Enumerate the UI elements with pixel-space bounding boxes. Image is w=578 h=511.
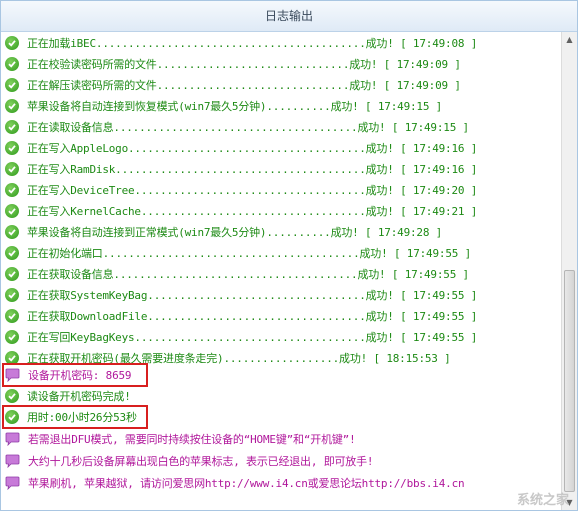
log-text: 若需退出DFU模式, 需要同时持续按住设备的“HOME键”和“开机键”! xyxy=(28,432,356,446)
log-row: 正在写入AppleLogo...........................… xyxy=(5,137,477,158)
scroll-thumb[interactable] xyxy=(564,270,575,492)
log-row: 正在校验读密码所需的文件............................… xyxy=(5,53,461,74)
log-row: 苹果设备将自动连接到恢复模式(win7最久5分钟)..........成功! [… xyxy=(5,95,442,116)
log-text: 用时:00小时26分53秒 xyxy=(27,410,137,424)
success-check-icon xyxy=(5,140,19,155)
log-row: 若需退出DFU模式, 需要同时持续按住设备的“HOME键”和“开机键”! xyxy=(5,428,356,449)
success-check-icon xyxy=(5,161,19,176)
speech-bubble-icon xyxy=(5,454,20,468)
success-check-icon xyxy=(5,266,19,281)
log-text: 正在写入RamDisk.............................… xyxy=(27,162,478,176)
log-text: 正在写入KernelCache.........................… xyxy=(27,204,478,218)
log-text: 正在初始化端口.................................… xyxy=(27,246,472,260)
log-text: 正在解压读密码所需的文件............................… xyxy=(27,78,461,92)
success-check-icon xyxy=(5,56,19,71)
success-check-icon xyxy=(5,224,19,239)
log-row: 正在获取设备信息................................… xyxy=(5,263,469,284)
window-title: 日志输出 xyxy=(1,1,577,32)
log-row: 苹果刷机, 苹果越狱, 请访问爱思网http://www.i4.cn或爱思论坛h… xyxy=(5,472,465,493)
success-check-icon xyxy=(5,182,19,197)
log-text: 正在写回KeyBagKeys..........................… xyxy=(27,330,478,344)
success-check-icon xyxy=(5,409,19,424)
success-check-icon xyxy=(5,245,19,260)
log-row-elapsed: 用时:00小时26分53秒 xyxy=(5,406,137,427)
log-text: 正在写入DeviceTree..........................… xyxy=(27,183,478,197)
speech-bubble-icon xyxy=(5,476,20,490)
success-check-icon xyxy=(5,308,19,323)
success-check-icon xyxy=(5,203,19,218)
log-text: 正在获取DownloadFile........................… xyxy=(27,309,478,323)
success-check-icon xyxy=(5,35,19,50)
success-check-icon xyxy=(5,388,19,403)
success-check-icon xyxy=(5,329,19,344)
log-row: 读设备开机密码完成! xyxy=(5,385,131,406)
log-row: 正在写入DeviceTree..........................… xyxy=(5,179,477,200)
log-row: 正在获取DownloadFile........................… xyxy=(5,305,477,326)
log-text: 正在获取SystemKeyBag........................… xyxy=(27,288,478,302)
log-row: 正在加载iBEC................................… xyxy=(5,32,477,53)
log-text: 正在校验读密码所需的文件............................… xyxy=(27,57,461,71)
success-check-icon xyxy=(5,119,19,134)
log-row: 正在写回KeyBagKeys..........................… xyxy=(5,326,477,347)
vertical-scrollbar[interactable]: ▲ ▼ xyxy=(561,32,577,510)
log-row: 正在写入RamDisk.............................… xyxy=(5,158,477,179)
log-row: 正在写入KernelCache.........................… xyxy=(5,200,477,221)
success-check-icon xyxy=(5,98,19,113)
watermark: 系统之家 xyxy=(516,493,569,508)
log-row: 苹果设备将自动连接到正常模式(win7最久5分钟)..........成功! [… xyxy=(5,221,442,242)
log-text: 正在写入AppleLogo...........................… xyxy=(27,141,478,155)
log-row: 正在获取SystemKeyBag........................… xyxy=(5,284,477,305)
success-check-icon xyxy=(5,77,19,92)
log-output-window: 日志输出 正在加载iBEC...........................… xyxy=(0,0,578,511)
log-row: 正在初始化端口.................................… xyxy=(5,242,471,263)
log-text: 正在读取设备信息................................… xyxy=(27,120,469,134)
log-row: 正在解压读密码所需的文件............................… xyxy=(5,74,461,95)
log-row: 正在读取设备信息................................… xyxy=(5,116,469,137)
speech-bubble-icon xyxy=(5,432,20,446)
log-row-passcode: 设备开机密码: 8659 xyxy=(5,364,132,385)
log-text: 正在加载iBEC................................… xyxy=(27,36,478,50)
log-text: 苹果刷机, 苹果越狱, 请访问爱思网http://www.i4.cn或爱思论坛h… xyxy=(28,476,465,490)
success-check-icon xyxy=(5,287,19,302)
log-row: 大约十几秒后设备屏幕出现白色的苹果标志, 表示已经退出, 即可放手! xyxy=(5,450,374,471)
log-list[interactable]: 正在加载iBEC................................… xyxy=(1,32,561,510)
scroll-up-arrow-icon[interactable]: ▲ xyxy=(562,32,577,47)
log-text: 大约十几秒后设备屏幕出现白色的苹果标志, 表示已经退出, 即可放手! xyxy=(28,454,374,468)
log-text: 设备开机密码: 8659 xyxy=(28,368,132,382)
log-text: 正在获取设备信息................................… xyxy=(27,267,469,281)
speech-bubble-icon xyxy=(5,368,20,382)
log-text: 苹果设备将自动连接到正常模式(win7最久5分钟)..........成功! [… xyxy=(27,225,443,239)
log-text: 读设备开机密码完成! xyxy=(27,389,131,403)
log-text: 苹果设备将自动连接到恢复模式(win7最久5分钟)..........成功! [… xyxy=(27,99,443,113)
